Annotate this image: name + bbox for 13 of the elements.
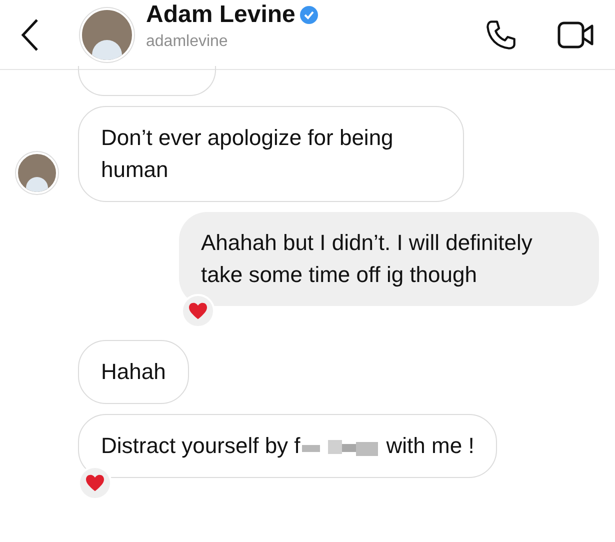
contact-username: adamlevine xyxy=(146,32,229,52)
video-call-icon[interactable] xyxy=(557,20,595,50)
phone-icon[interactable] xyxy=(485,18,517,52)
avatar xyxy=(16,152,58,194)
message-text: Hahah xyxy=(101,359,166,384)
back-icon[interactable] xyxy=(20,18,40,52)
avatar xyxy=(80,8,134,62)
message-text: Ahahah but I didn’t. I will definitely take some time off ig though xyxy=(201,230,532,287)
contact-name: Adam Levine xyxy=(146,0,296,30)
heart-icon xyxy=(188,302,208,320)
message-text: Don’t ever apologize for being human xyxy=(101,125,394,182)
message-text: Distract yourself by f with me ! xyxy=(101,433,474,458)
heart-icon xyxy=(85,474,105,492)
